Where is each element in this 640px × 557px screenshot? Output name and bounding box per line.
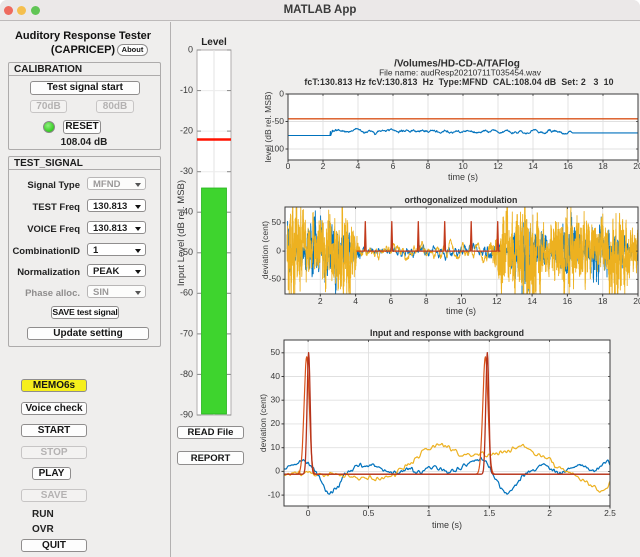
svg-text:30: 30 bbox=[271, 394, 281, 404]
svg-text:2: 2 bbox=[318, 296, 323, 306]
svg-text:1.5: 1.5 bbox=[483, 508, 495, 518]
svg-text:-60: -60 bbox=[180, 288, 193, 298]
svg-text:16: 16 bbox=[563, 161, 573, 171]
svg-text:2: 2 bbox=[321, 161, 326, 171]
svg-text:6: 6 bbox=[389, 296, 394, 306]
svg-text:time (s): time (s) bbox=[446, 306, 476, 316]
svg-text:level (dB rel. MSB): level (dB rel. MSB) bbox=[263, 91, 273, 162]
svg-text:14: 14 bbox=[528, 161, 538, 171]
svg-text:Input and response with backgr: Input and response with background bbox=[370, 328, 524, 338]
svg-text:0: 0 bbox=[276, 245, 281, 255]
svg-text:0: 0 bbox=[188, 44, 193, 54]
svg-text:-80: -80 bbox=[180, 369, 193, 379]
svg-text:-50: -50 bbox=[269, 274, 282, 284]
svg-text:deviation (cent): deviation (cent) bbox=[260, 221, 270, 279]
svg-text:0: 0 bbox=[279, 88, 284, 98]
svg-text:6: 6 bbox=[391, 161, 396, 171]
svg-text:time (s): time (s) bbox=[448, 172, 478, 182]
svg-text:50: 50 bbox=[271, 347, 281, 357]
svg-text:50: 50 bbox=[272, 217, 282, 227]
svg-text:20: 20 bbox=[633, 296, 640, 306]
svg-text:20: 20 bbox=[633, 161, 640, 171]
svg-text:-50: -50 bbox=[272, 116, 285, 126]
svg-text:0: 0 bbox=[286, 161, 291, 171]
svg-text:12: 12 bbox=[492, 296, 502, 306]
svg-text:time (s): time (s) bbox=[432, 520, 462, 530]
svg-text:2: 2 bbox=[547, 508, 552, 518]
svg-text:10: 10 bbox=[271, 442, 281, 452]
svg-text:-70: -70 bbox=[180, 328, 193, 338]
svg-text:16: 16 bbox=[563, 296, 573, 306]
svg-text:20: 20 bbox=[271, 418, 281, 428]
svg-text:10: 10 bbox=[457, 296, 467, 306]
svg-text:0.5: 0.5 bbox=[363, 508, 375, 518]
svg-text:File name: audResp20210711T035: File name: audResp20210711T035454.wav bbox=[379, 68, 542, 78]
svg-text:4: 4 bbox=[356, 161, 361, 171]
svg-text:Input Level (dB rel. MSB): Input Level (dB rel. MSB) bbox=[176, 180, 187, 286]
svg-text:1: 1 bbox=[427, 508, 432, 518]
svg-text:8: 8 bbox=[426, 161, 431, 171]
svg-text:0: 0 bbox=[306, 508, 311, 518]
svg-text:orthogonalized modulation: orthogonalized modulation bbox=[405, 195, 518, 205]
svg-text:-10: -10 bbox=[180, 85, 193, 95]
svg-text:18: 18 bbox=[598, 296, 608, 306]
svg-text:12: 12 bbox=[493, 161, 503, 171]
svg-text:-20: -20 bbox=[180, 125, 193, 135]
svg-text:10: 10 bbox=[458, 161, 468, 171]
svg-text:8: 8 bbox=[424, 296, 429, 306]
svg-text:40: 40 bbox=[271, 371, 281, 381]
svg-text:0: 0 bbox=[275, 466, 280, 476]
svg-text:fcT:130.813 Hz fcV:130.813 Hz: fcT:130.813 Hz fcV:130.813 Hz Type:MFND … bbox=[304, 77, 613, 87]
svg-text:-90: -90 bbox=[180, 409, 193, 419]
svg-text:4: 4 bbox=[353, 296, 358, 306]
svg-text:18: 18 bbox=[598, 161, 608, 171]
svg-text:deviation (cent): deviation (cent) bbox=[258, 394, 268, 452]
svg-text:-10: -10 bbox=[268, 489, 281, 499]
svg-text:2.5: 2.5 bbox=[604, 508, 616, 518]
svg-text:14: 14 bbox=[527, 296, 537, 306]
svg-text:-30: -30 bbox=[180, 166, 193, 176]
svg-text:Level: Level bbox=[201, 37, 227, 48]
